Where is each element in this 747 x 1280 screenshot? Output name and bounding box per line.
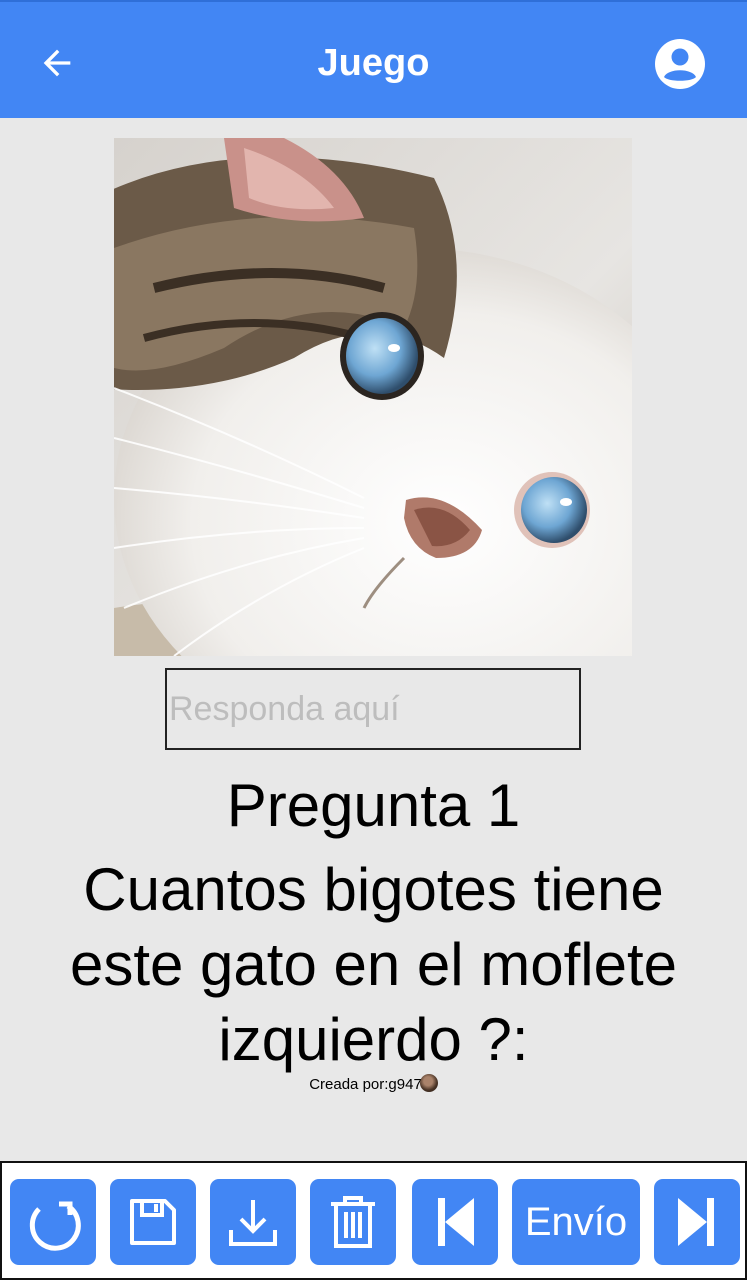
question-image <box>114 138 632 656</box>
delete-button[interactable] <box>310 1179 396 1265</box>
question-text: Cuantos bigotes tiene este gato en el mo… <box>69 856 678 1073</box>
skip-next-icon <box>678 1198 714 1246</box>
send-button-label: Envío <box>524 1199 628 1244</box>
app-bar: Juego <box>0 0 747 118</box>
creator-label: Creada por:g947 <box>309 1076 422 1093</box>
save-icon <box>130 1199 176 1245</box>
account-circle-icon <box>655 39 705 89</box>
download-button[interactable] <box>210 1179 296 1265</box>
refresh-button[interactable] <box>10 1179 96 1265</box>
page-title: Juego <box>317 42 430 84</box>
send-button[interactable]: Envío <box>512 1179 640 1265</box>
refresh-icon <box>29 1201 81 1251</box>
previous-button[interactable] <box>412 1179 498 1265</box>
account-button[interactable] <box>652 36 708 92</box>
skip-previous-icon <box>438 1198 474 1246</box>
bottom-toolbar: Envío <box>0 1161 747 1280</box>
next-button[interactable] <box>654 1179 740 1265</box>
answer-input[interactable] <box>165 668 581 750</box>
download-icon <box>229 1200 277 1246</box>
creator-line: Creada por:g947 <box>0 1074 747 1096</box>
question-number: Pregunta 1 <box>226 772 521 839</box>
trash-icon <box>331 1196 375 1248</box>
cat-photo <box>114 138 632 656</box>
save-button[interactable] <box>110 1179 196 1265</box>
creator-avatar <box>419 1074 438 1092</box>
